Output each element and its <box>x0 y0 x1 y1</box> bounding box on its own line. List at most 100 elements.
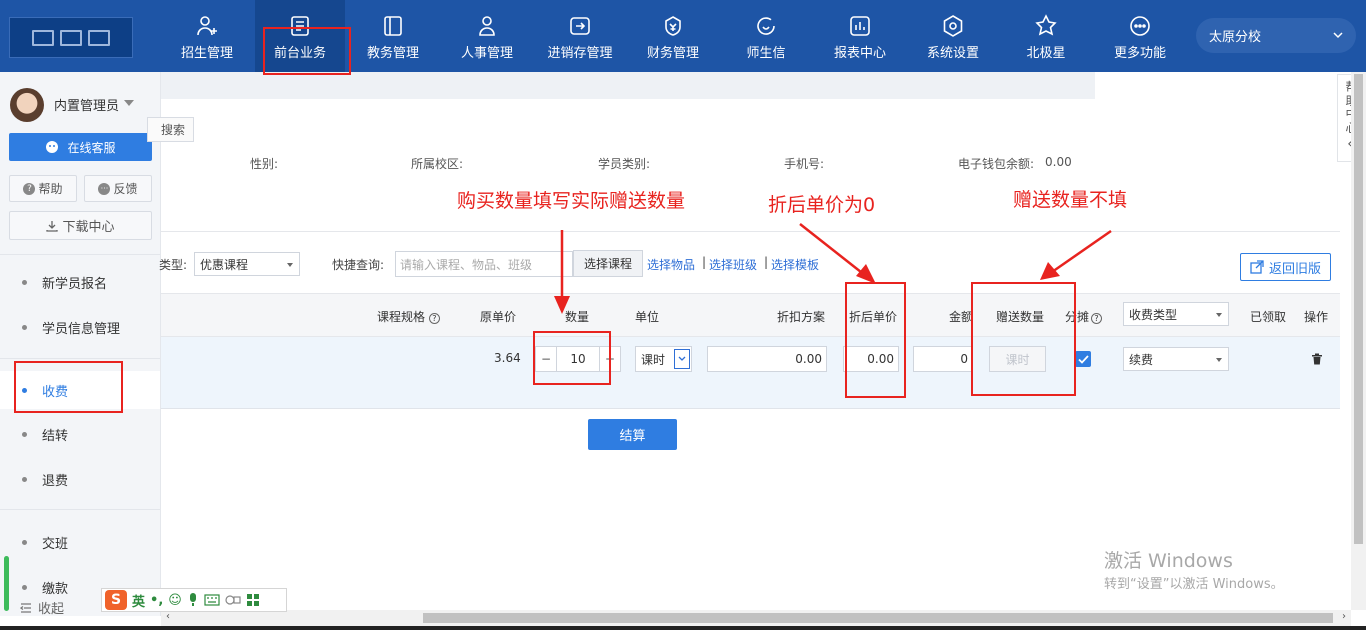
quantity-decrement-button[interactable]: − <box>535 346 557 372</box>
scrollbar-thumb[interactable] <box>423 613 1333 623</box>
branch-selector[interactable]: 太原分校 <box>1196 18 1356 53</box>
nav-reports[interactable]: 报表中心 <box>815 0 905 72</box>
help-button[interactable]: ? 帮助 <box>9 175 77 202</box>
nav-front-desk[interactable]: 前台业务 <box>255 0 345 72</box>
online-service-button[interactable]: 在线客服 <box>9 133 152 161</box>
trash-icon[interactable] <box>1311 353 1323 365</box>
keyboard-icon[interactable] <box>204 594 220 606</box>
link-separator: | <box>764 255 769 269</box>
ime-toolbar[interactable]: S 英 •, ☺ <box>101 588 287 612</box>
nav-polaris[interactable]: 北极星 <box>1001 0 1091 72</box>
nav-recruit[interactable]: 招生管理 <box>162 0 252 72</box>
avatar[interactable] <box>10 88 44 122</box>
nav-messages[interactable]: 师生信 <box>721 0 811 72</box>
unit-select[interactable]: 课时 <box>635 346 692 372</box>
search-button[interactable]: 搜索 <box>147 117 194 142</box>
nav-hr[interactable]: 人事管理 <box>442 0 532 72</box>
gear-icon <box>943 15 963 37</box>
sidebar-item-new-student[interactable]: 新学员报名 <box>0 263 160 301</box>
download-center-label: 下载中心 <box>62 220 115 235</box>
username[interactable]: 内置管理员 <box>54 95 119 114</box>
select-item-link[interactable]: 选择物品 <box>647 256 695 273</box>
nav-finance[interactable]: 财务管理 <box>628 0 718 72</box>
col-quantity: 数量 <box>565 310 590 324</box>
nav-settings[interactable]: 系统设置 <box>908 0 998 72</box>
skin-icon[interactable] <box>225 594 241 606</box>
brand-logo[interactable] <box>9 17 133 58</box>
nav-label: 前台业务 <box>273 46 326 61</box>
nav-label: 更多功能 <box>1113 46 1166 61</box>
dropdown-arrow-icon <box>674 349 690 369</box>
select-class-link[interactable]: 选择班级 <box>709 256 757 273</box>
vertical-scrollbar[interactable] <box>1351 72 1366 610</box>
star-icon <box>1035 14 1057 36</box>
col-discounted-price: 折后单价 <box>849 310 898 324</box>
fee-type-select[interactable]: 续费 <box>1123 347 1229 371</box>
discount-input[interactable]: 0.00 <box>707 346 827 372</box>
nav-label: 财务管理 <box>646 46 699 61</box>
gift-quantity-placeholder: 课时 <box>1005 352 1030 367</box>
select-template-link[interactable]: 选择模板 <box>771 256 819 273</box>
nav-academic[interactable]: 教务管理 <box>348 0 438 72</box>
help-circle-icon[interactable]: ? <box>1091 313 1103 324</box>
taskbar-edge <box>0 626 1366 630</box>
sidebar-item-carryover[interactable]: 结转 <box>0 415 160 453</box>
scrollbar-thumb[interactable] <box>1354 74 1363 544</box>
download-center-button[interactable]: 下载中心 <box>9 211 152 240</box>
collapse-sidebar-button[interactable]: 收起 <box>20 598 64 617</box>
horizontal-scrollbar[interactable]: ‹ › <box>161 610 1351 626</box>
quantity-input[interactable]: 10 <box>556 346 600 372</box>
feedback-button[interactable]: ··· 反馈 <box>84 175 152 202</box>
sidebar-item-student-info[interactable]: 学员信息管理 <box>0 308 160 346</box>
annotation-price-note: 折后单价为0 <box>768 194 876 216</box>
help-circle-icon[interactable]: ? <box>428 313 440 324</box>
col-received: 已领取 <box>1250 310 1287 324</box>
quantity-increment-button[interactable]: + <box>599 346 621 372</box>
user-add-icon <box>197 16 217 36</box>
nav-inventory[interactable]: 进销存管理 <box>535 0 625 72</box>
amount-input[interactable]: 0 <box>913 346 973 372</box>
scroll-right-icon[interactable]: › <box>1342 611 1346 622</box>
sidebar-item-label: 新学员报名 <box>42 276 108 292</box>
nav-label: 招生管理 <box>180 46 233 61</box>
emoji-icon[interactable]: ☺ <box>168 593 182 608</box>
dropdown-arrow-icon <box>287 263 293 267</box>
sidebar-item-charge[interactable]: 收费 <box>0 371 160 409</box>
sidebar-item-refund[interactable]: 退费 <box>0 460 160 498</box>
sidebar-item-handover[interactable]: 交班 <box>0 523 160 561</box>
discounted-price-input[interactable]: 0.00 <box>843 346 899 372</box>
progress-indicator <box>4 556 9 611</box>
punctuation-icon[interactable]: •, <box>150 593 163 608</box>
sidebar-item-label: 收费 <box>42 384 69 400</box>
toolbox-icon[interactable] <box>246 593 260 607</box>
quick-search-input[interactable]: 请输入课程、物品、班级 <box>395 251 573 277</box>
orig-price-value: 3.64 <box>494 351 521 365</box>
top-gray-strip <box>161 72 1095 99</box>
help-label: 帮助 <box>38 182 63 196</box>
nav-label: 教务管理 <box>366 46 419 61</box>
course-type-value: 优惠课程 <box>200 257 249 272</box>
sogou-icon[interactable]: S <box>105 590 127 610</box>
nav-more[interactable]: 更多功能 <box>1095 0 1185 72</box>
microphone-icon[interactable] <box>187 593 199 607</box>
fee-type-header-select[interactable]: 收费类型 <box>1123 302 1229 326</box>
col-unit: 单位 <box>635 310 660 324</box>
annotation-gift-note: 赠送数量不填 <box>1013 189 1128 211</box>
amount-value: 0 <box>960 352 968 366</box>
return-old-version-button[interactable]: 返回旧版 <box>1240 253 1331 281</box>
arrow-head <box>1040 262 1060 280</box>
fee-type-value: 续费 <box>1129 352 1154 367</box>
caret-down-icon[interactable] <box>124 100 134 106</box>
select-course-button[interactable]: 选择课程 <box>573 250 643 277</box>
scroll-left-icon[interactable]: ‹ <box>166 611 170 622</box>
ime-language[interactable]: 英 <box>132 591 145 610</box>
settle-button[interactable]: 结算 <box>588 419 677 450</box>
course-type-select[interactable]: 优惠课程 <box>194 252 300 276</box>
plus-icon: + <box>604 352 616 366</box>
split-checkbox[interactable] <box>1075 351 1091 367</box>
gift-quantity-input[interactable]: 课时 <box>989 346 1046 372</box>
activation-watermark-text: 转到“设置”以激活 Windows。 <box>1104 577 1284 592</box>
nav-label: 师生信 <box>746 46 786 61</box>
download-icon <box>46 220 59 232</box>
col-discount-plan: 折扣方案 <box>777 310 826 324</box>
